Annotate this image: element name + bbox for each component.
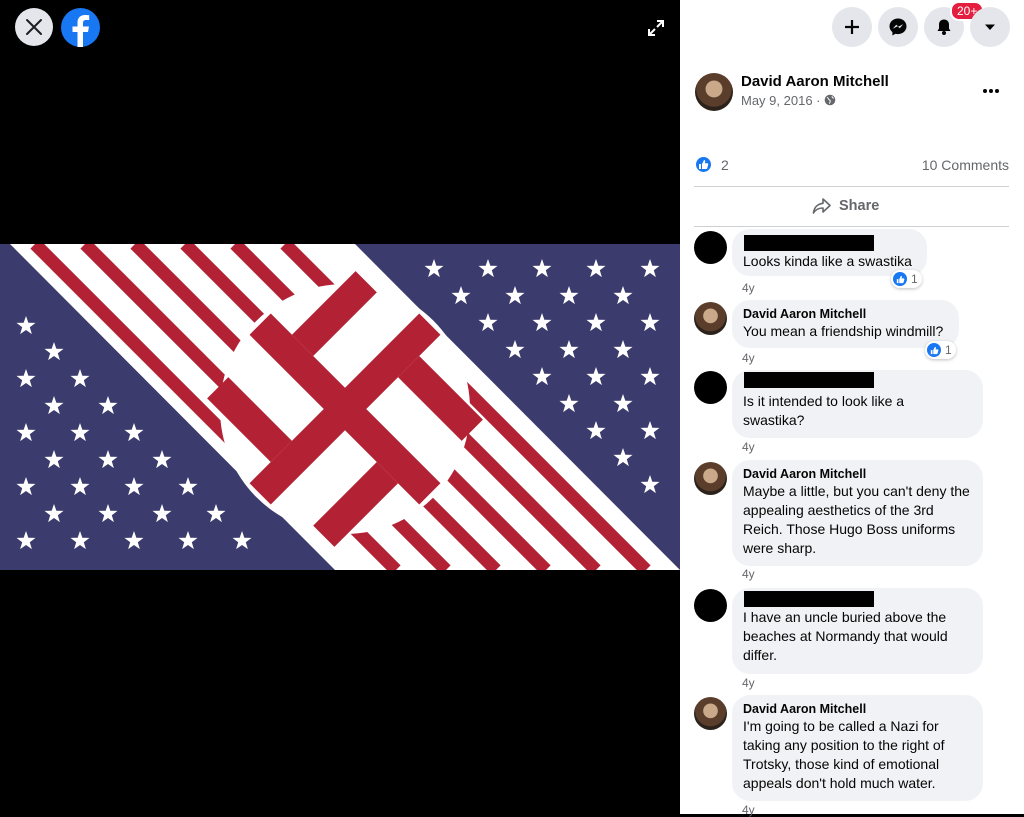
comment-text: Maybe a little, but you can't deny the a… (743, 483, 970, 556)
comment-text: Looks kinda like a swastika (743, 253, 912, 269)
account-menu-button[interactable] (970, 7, 1010, 47)
fullscreen-button[interactable] (642, 14, 670, 42)
reaction-count: 1 (945, 343, 952, 357)
create-button[interactable] (832, 7, 872, 47)
post-date-row: May 9, 2016 · (741, 93, 836, 108)
commenter-avatar[interactable] (694, 589, 727, 622)
expand-icon (648, 20, 664, 36)
thumbs-up-icon (896, 275, 904, 283)
commenter-avatar[interactable] (694, 371, 727, 404)
divider (694, 186, 1009, 187)
photo-viewer (0, 0, 680, 814)
commenter-avatar[interactable] (694, 302, 727, 335)
comment-reaction-count[interactable]: 1 (925, 341, 956, 359)
comment-age[interactable]: 4y (742, 567, 755, 581)
comment-bubble: I have an uncle buried above the beaches… (732, 588, 983, 674)
post-options-button[interactable] (976, 77, 1006, 105)
commenter-avatar[interactable] (694, 462, 727, 495)
comment-bubble: David Aaron Mitchell Maybe a little, but… (732, 460, 983, 566)
commenter-name[interactable]: David Aaron Mitchell (743, 467, 866, 481)
like-reaction-icon[interactable] (696, 157, 711, 172)
author-avatar[interactable] (695, 73, 733, 111)
comment-text: I'm going to be called a Nazi for taking… (743, 718, 945, 791)
thumbs-up-icon (930, 346, 938, 354)
divider (694, 226, 1009, 227)
share-arrow-icon (812, 198, 831, 214)
caret-down-icon (985, 24, 995, 30)
reaction-count: 1 (911, 272, 918, 286)
comment-age[interactable]: 4y (742, 281, 755, 295)
comment-bubble: Is it intended to look like a swastika? (732, 370, 983, 438)
comment-reaction-count[interactable]: 1 (891, 270, 922, 288)
comment-bubble: David Aaron Mitchell I'm going to be cal… (732, 695, 983, 801)
like-reaction-icon (927, 343, 941, 357)
commenter-name[interactable]: David Aaron Mitchell (743, 307, 866, 321)
share-button[interactable]: Share (812, 191, 892, 221)
comment-age[interactable]: 4y (742, 440, 755, 454)
redacted-name (744, 235, 874, 251)
globe-icon (824, 94, 836, 106)
commenter-avatar[interactable] (694, 697, 727, 730)
close-button[interactable] (15, 8, 53, 46)
comment-bubble: Looks kinda like a swastika (732, 229, 927, 276)
redacted-name (744, 372, 874, 388)
commenter-avatar[interactable] (694, 231, 727, 264)
facebook-logo-button[interactable] (61, 8, 100, 47)
plus-icon (845, 20, 859, 34)
post-date[interactable]: May 9, 2016 · (741, 93, 821, 108)
flag-artwork (0, 244, 680, 570)
thumbs-up-icon (699, 160, 709, 169)
messenger-button[interactable] (878, 7, 918, 47)
like-count[interactable]: 2 (721, 157, 729, 173)
bell-icon (937, 19, 951, 35)
comment-age[interactable]: 4y (742, 803, 755, 817)
post-author[interactable]: David Aaron Mitchell (741, 73, 889, 90)
share-label: Share (839, 198, 880, 214)
commenter-name[interactable]: David Aaron Mitchell (743, 702, 866, 716)
messenger-icon (889, 18, 907, 36)
comment-bubble: David Aaron Mitchell You mean a friendsh… (732, 300, 959, 348)
comment-age[interactable]: 4y (742, 351, 755, 365)
comments-count[interactable]: 10 Comments (922, 157, 1009, 173)
comment-text: I have an uncle buried above the beaches… (743, 609, 948, 663)
post-photo[interactable] (0, 244, 680, 570)
comment-text: Is it intended to look like a swastika? (743, 393, 905, 428)
more-dots-icon (983, 89, 999, 93)
redacted-name (744, 591, 874, 607)
facebook-logo-icon (72, 15, 90, 47)
comment-age[interactable]: 4y (742, 676, 755, 690)
like-reaction-icon (893, 272, 907, 286)
comment-text: You mean a friendship windmill? (743, 323, 944, 339)
close-icon (26, 19, 42, 35)
